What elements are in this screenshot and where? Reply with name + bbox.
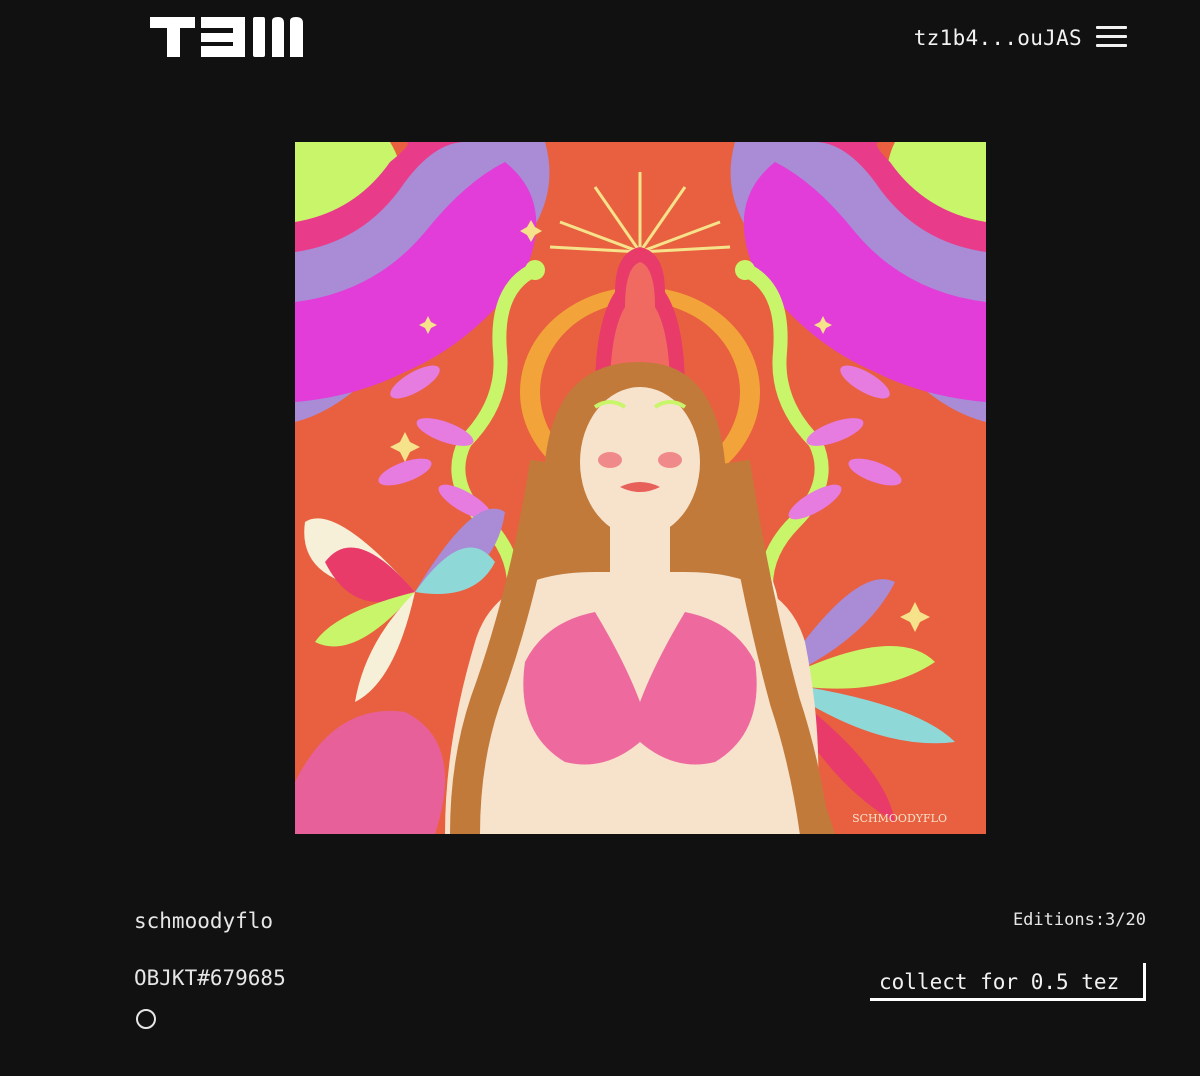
- logo-icon: [150, 17, 303, 57]
- page: TEIA tz1b4...ouJAS: [0, 0, 1200, 1076]
- artist-link[interactable]: schmoodyflo: [134, 908, 273, 934]
- site-logo[interactable]: TEIA: [147, 15, 317, 59]
- wallet-address[interactable]: tz1b4...ouJAS: [914, 25, 1082, 51]
- artwork-signature: SCHMOODYFLO: [852, 812, 947, 825]
- objkt-id: OBJKT#679685: [134, 966, 286, 990]
- editions-count: Editions:3/20: [1012, 910, 1146, 930]
- collect-button-label: collect for 0.5 tez: [879, 970, 1120, 994]
- circle-icon[interactable]: [136, 1009, 156, 1029]
- collect-button[interactable]: collect for 0.5 tez: [870, 963, 1146, 1001]
- hamburger-menu-icon[interactable]: [1096, 26, 1127, 48]
- header: TEIA tz1b4...ouJAS: [0, 0, 1200, 80]
- artwork-image[interactable]: SCHMOODYFLO: [295, 142, 986, 834]
- artwork-illustration: SCHMOODYFLO: [295, 142, 986, 834]
